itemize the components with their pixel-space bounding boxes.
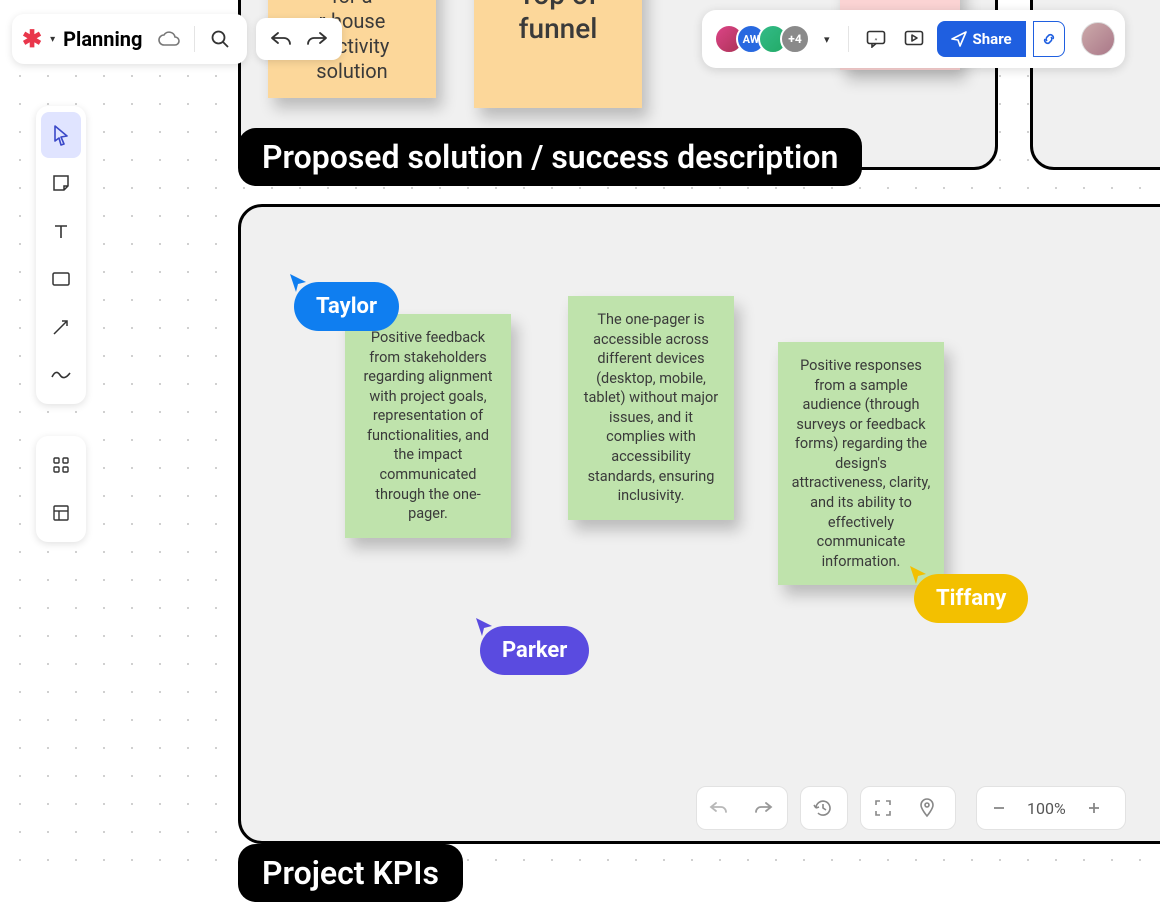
sticky-text: Positive feedback from stakeholders rega… [364, 329, 493, 522]
sticky-green-3[interactable]: Positive responses from a sample audienc… [778, 342, 944, 585]
undo-redo-bar [256, 18, 342, 60]
frame-label-text: Project KPIs [262, 854, 439, 892]
arrow-tool[interactable] [41, 304, 81, 350]
left-toolbar [36, 106, 86, 404]
shape-tool[interactable] [41, 256, 81, 302]
left-toolbar-secondary [36, 436, 86, 542]
fit-screen-icon[interactable] [861, 786, 905, 830]
nav-redo-button[interactable] [741, 786, 785, 830]
redo-button[interactable] [306, 30, 328, 48]
avatar-overflow[interactable]: +4 [780, 24, 810, 54]
cursor-parker: Parker [476, 618, 589, 675]
send-icon [951, 31, 967, 47]
collaborator-avatars[interactable]: AW +4 [714, 24, 810, 54]
frame-label-text: Proposed solution / success description [262, 138, 838, 176]
zoom-pill: 100% [976, 786, 1126, 830]
profile-avatar[interactable] [1081, 22, 1115, 56]
cursor-taylor: Taylor [290, 274, 399, 331]
frame-label-solution: Proposed solution / success description [238, 128, 862, 186]
history-undo-redo-pill [696, 786, 788, 830]
share-button[interactable]: Share [937, 21, 1026, 57]
doc-menu-caret-icon[interactable]: ▾ [50, 34, 55, 45]
separator [194, 26, 195, 52]
zoom-in-button[interactable] [1072, 786, 1116, 830]
sticky-green-2[interactable]: The one-pager is accessible across diffe… [568, 296, 734, 520]
cursor-tiffany: Tiffany [910, 566, 1028, 623]
sticky-orange-2[interactable]: Top of funnel [474, 0, 642, 108]
copy-link-button[interactable] [1033, 21, 1065, 57]
draw-tool[interactable] [41, 352, 81, 398]
link-icon [1040, 30, 1058, 48]
canvas[interactable]: for a r-house ductivity solution Top of … [0, 0, 1160, 870]
zoom-level[interactable]: 100% [1021, 799, 1072, 818]
cursor-label: Tiffany [936, 586, 1006, 611]
top-right-bar: AW +4 ▾ ,, Share [702, 10, 1125, 68]
sticky-text: Positive responses from a sample audienc… [792, 357, 931, 570]
present-icon[interactable] [899, 24, 929, 54]
comment-icon[interactable]: ,, [861, 24, 891, 54]
cursor-label: Taylor [316, 294, 377, 319]
search-icon[interactable] [205, 24, 235, 54]
document-title[interactable]: Planning [63, 27, 142, 51]
avatar-text: +4 [788, 32, 801, 46]
share-label: Share [973, 30, 1012, 48]
cursor-label: Parker [502, 638, 567, 663]
zoom-out-button[interactable] [977, 786, 1021, 830]
nav-undo-button[interactable] [697, 786, 741, 830]
view-pill [860, 786, 956, 830]
sticky-green-1[interactable]: Positive feedback from stakeholders rega… [345, 314, 511, 538]
apps-grid-tool[interactable] [41, 442, 81, 488]
sticky-text: Top of funnel [518, 0, 598, 45]
templates-tool[interactable] [41, 490, 81, 536]
undo-button[interactable] [270, 30, 292, 48]
sticky-note-tool[interactable] [41, 160, 81, 206]
svg-text:,,: ,, [874, 34, 877, 42]
app-logo-icon[interactable]: ✱ [22, 25, 42, 53]
history-icon[interactable] [801, 786, 845, 830]
top-left-bar: ✱ ▾ Planning [12, 14, 247, 64]
frame-label-kpis: Project KPIs [238, 844, 463, 902]
text-tool[interactable] [41, 208, 81, 254]
location-pin-icon[interactable] [905, 786, 949, 830]
pointer-tool[interactable] [41, 112, 81, 158]
avatar-text: AW [743, 33, 760, 46]
separator [848, 26, 849, 52]
history-pill [800, 786, 848, 830]
avatars-caret-icon[interactable]: ▾ [824, 33, 830, 46]
cloud-sync-icon[interactable] [154, 24, 184, 54]
sticky-text: The one-pager is accessible across diffe… [584, 311, 718, 504]
